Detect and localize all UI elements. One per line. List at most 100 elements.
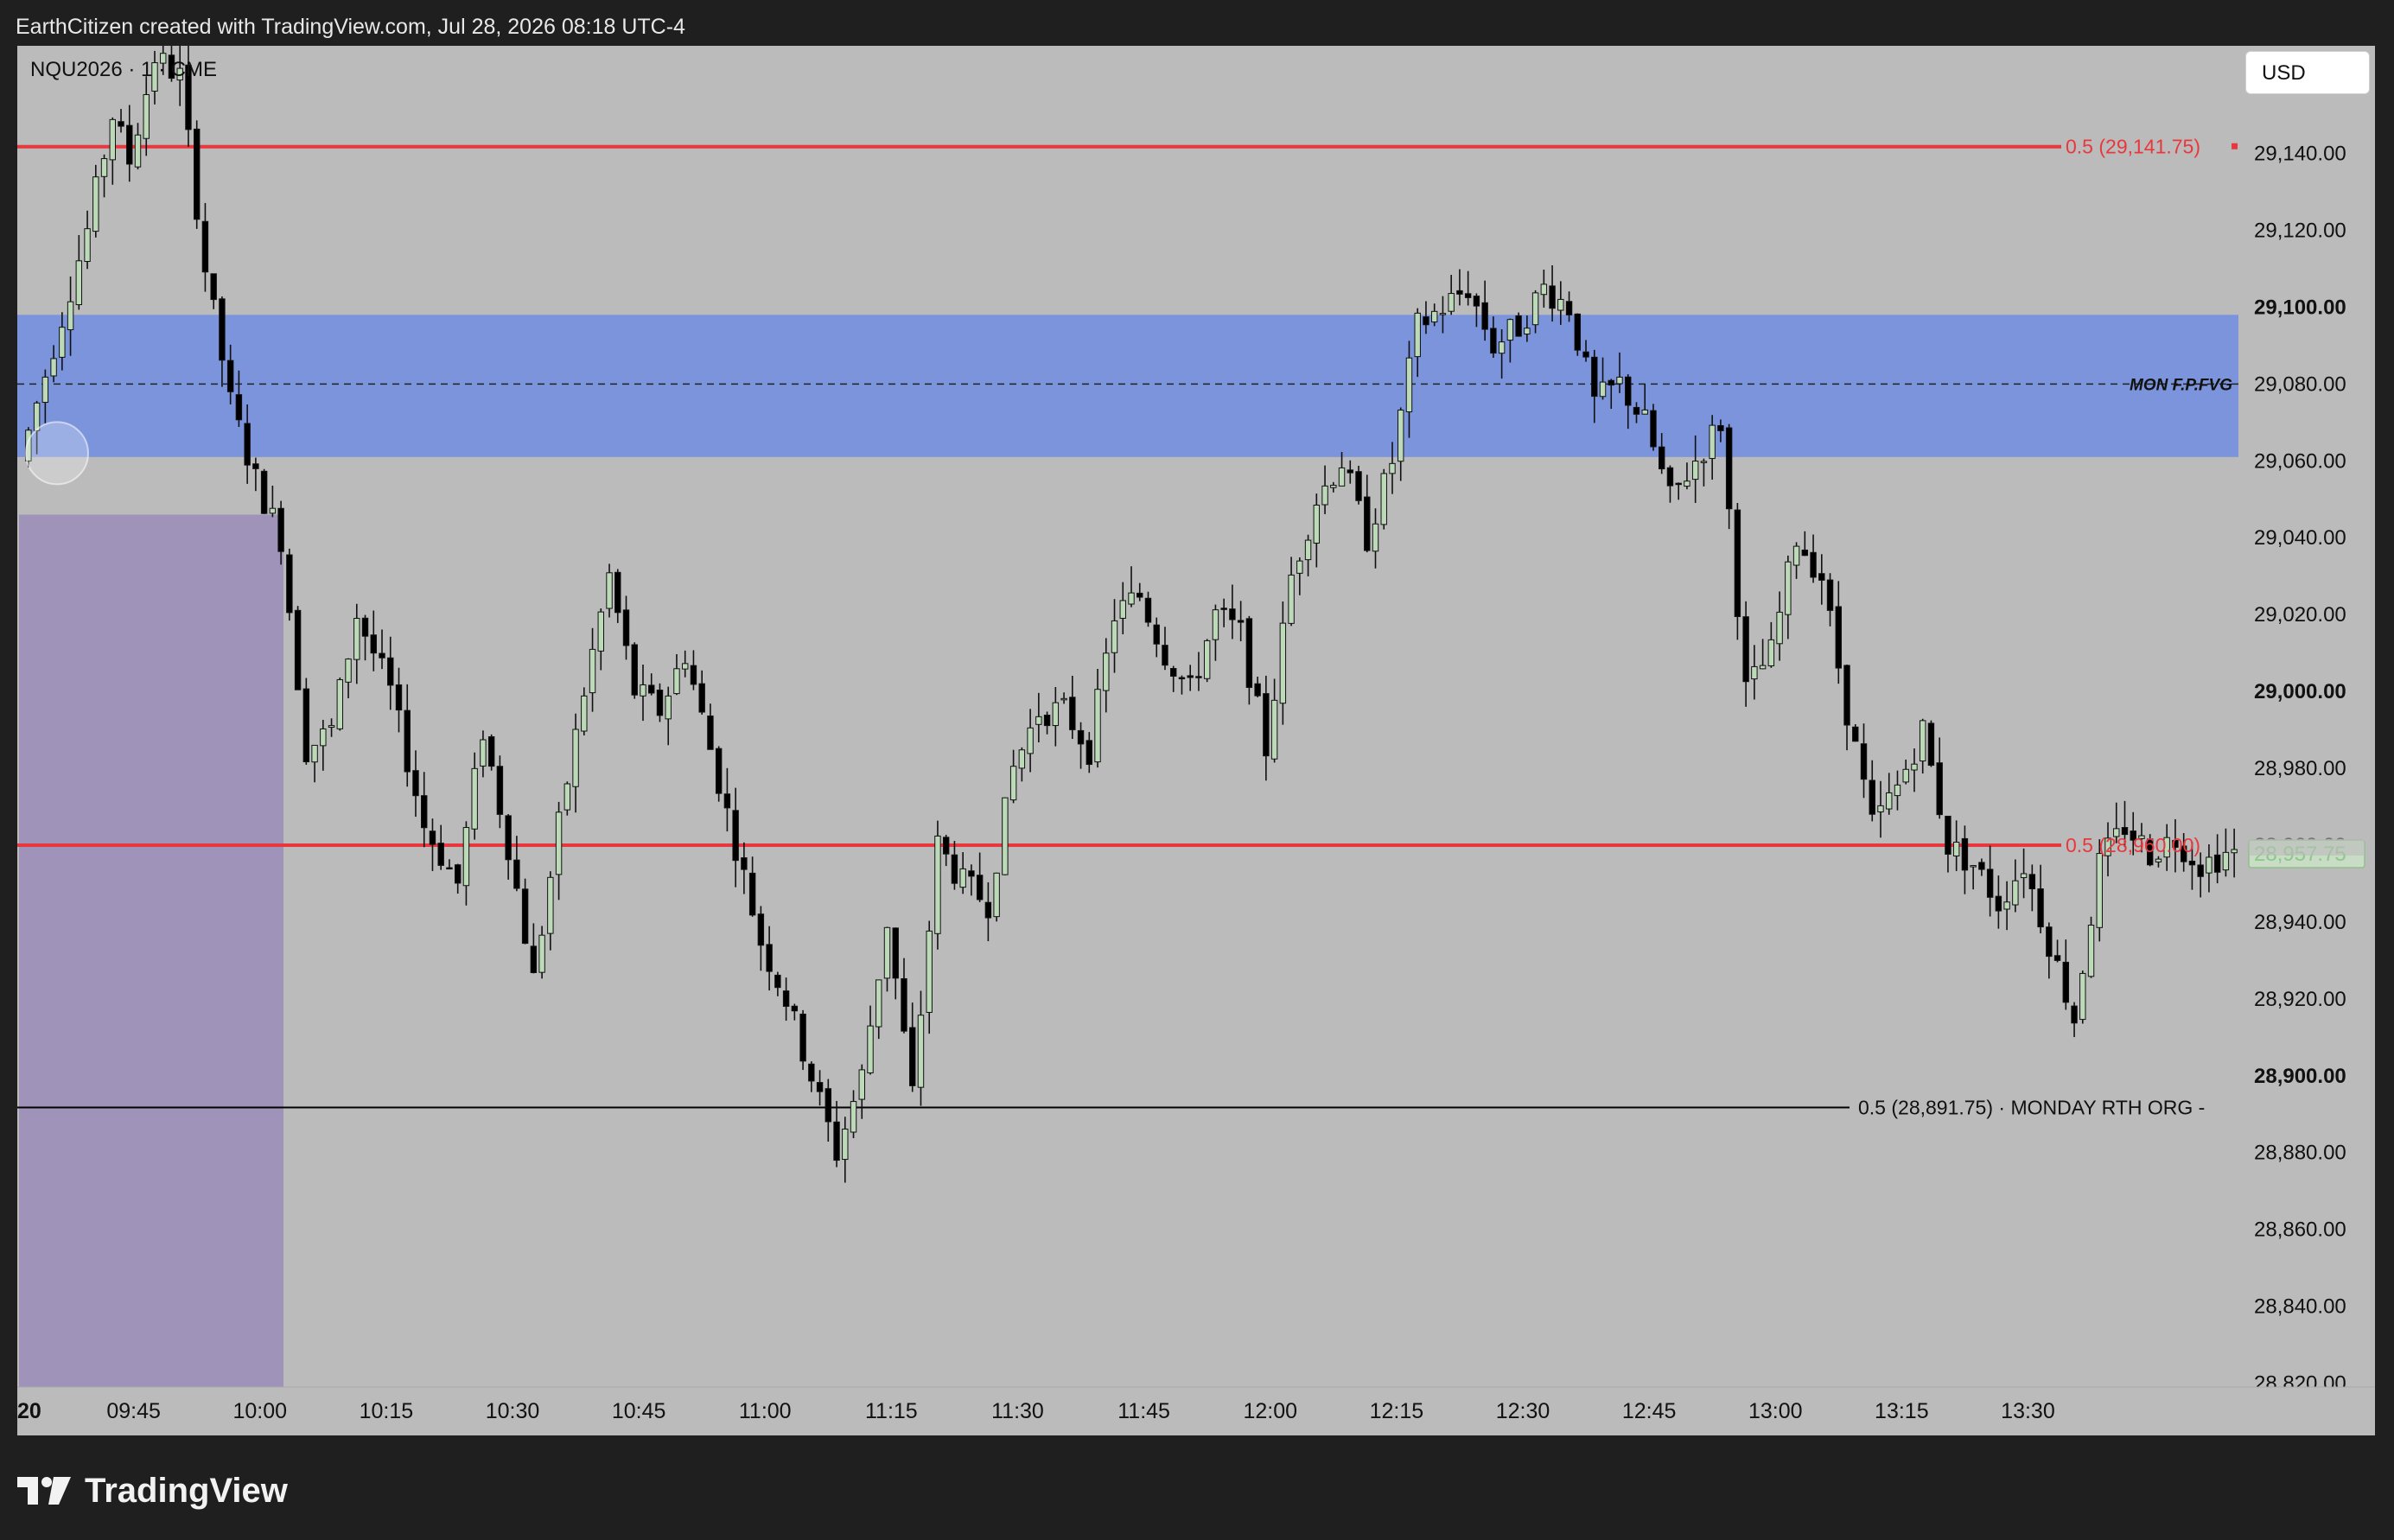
candle-body-up [84,228,91,263]
candle [1330,481,1337,493]
candle [454,863,462,894]
candle [1002,797,1009,875]
candle-body-up [1338,467,1346,487]
price-chart[interactable]: 0.5 (29,141.75) 0.5 (28,960.00) 0.5 (28,89… [17,46,2375,1435]
price-tick-label: 29,120.00 [2254,219,2346,242]
candle-body-down [454,864,462,884]
candle [1911,748,1918,792]
candle [336,677,344,731]
candle-body-down [984,901,992,919]
fvg-label: MON F.P.FVG [2130,376,2232,394]
candle-body-up [1128,592,1135,605]
candle-body-up [875,979,882,1028]
candle [1919,718,1926,774]
candle-body-down [1582,351,1589,358]
candle [1398,407,1404,481]
candle [2155,856,2162,868]
candle-body-down [1650,410,1657,448]
candle [1245,615,1253,705]
candle-body-down [2197,864,2204,877]
candle-body-down [723,793,731,809]
time-tick-label: 12:30 [1496,1399,1550,1423]
candle-body-down [496,766,504,815]
candle-body-up [345,659,352,683]
candle [1936,737,1943,819]
candle [833,1100,840,1168]
candle [892,927,899,1000]
candle [252,457,259,492]
candle [1684,462,1690,490]
candle-body-up [1691,461,1699,480]
price-tick-label: 29,000.00 [2254,680,2346,703]
candle-body-up [1448,293,1455,312]
candle-body-down [421,795,428,829]
candle-body-up [1111,620,1118,653]
time-tick-label: 10:30 [486,1399,540,1423]
candle [320,719,327,771]
candle [1027,709,1034,773]
candle-body-down [1725,427,1733,510]
candle-body-up [589,648,596,694]
candle [723,767,731,832]
candle [2020,848,2028,899]
candle-body-down [1364,496,1371,551]
candle [1296,557,1303,595]
candle [109,117,116,185]
candle-body-up [1279,622,1287,704]
candle-body-up [1709,424,1716,460]
tradingview-logo[interactable]: TradingView [17,1469,288,1512]
candle [959,852,966,894]
candle-body-up [1970,865,1977,868]
candle-body-up [311,744,318,763]
candle [429,818,436,871]
candle-body-down [2071,1005,2078,1024]
tradingview-wordmark: TradingView [85,1471,288,1510]
time-tick-label: 11:30 [991,1399,1044,1423]
candle-body-up [993,872,1000,918]
candle [260,468,268,514]
candle-body-up [1372,523,1379,552]
candle-body-up [1380,473,1387,525]
level-marker-upper [2232,143,2238,150]
candle-body-down [614,571,621,614]
candle-body-up [480,739,487,767]
candle-body-up [1919,720,1926,762]
candle [1169,665,1177,692]
candle-body-down [1742,616,1749,683]
candle-body-down [942,837,950,855]
candle-body-down [235,394,243,421]
time-tick-label: 10:15 [360,1399,414,1423]
candle [648,673,655,696]
candle-body-down [126,124,133,165]
candle-body-up [1952,842,1960,856]
candle [1734,503,1741,640]
candle [1826,573,1834,627]
candle-body-up [673,668,680,695]
candle-body-down [901,977,907,1032]
candle-body-up [1330,484,1337,488]
candle [286,548,293,621]
candle [437,824,444,870]
candle [631,642,638,699]
candle [597,608,605,671]
candle [462,821,470,906]
candle-body-up [563,783,571,811]
symbol-label[interactable]: NQU2026 · 1 · CME [30,58,217,82]
candle-body-up [1894,784,1901,797]
candle [1894,770,1901,811]
candle [581,687,588,735]
candle-body-down [1835,606,1842,669]
candle [1162,627,1168,671]
candle-body-down [1144,597,1152,623]
candle-body-down [1565,301,1573,315]
candle [2053,939,2061,963]
chart-panel[interactable]: 0.5 (29,141.75) 0.5 (28,960.00) 0.5 (28,89… [17,46,2375,1435]
candle [75,235,83,310]
candle [1725,423,1733,530]
candle [471,752,478,840]
candle [1751,645,1758,700]
candle [1103,638,1110,713]
candle-body-up [1052,702,1060,727]
candle-body-up [462,827,470,887]
currency-button[interactable]: USD [2245,51,2370,94]
